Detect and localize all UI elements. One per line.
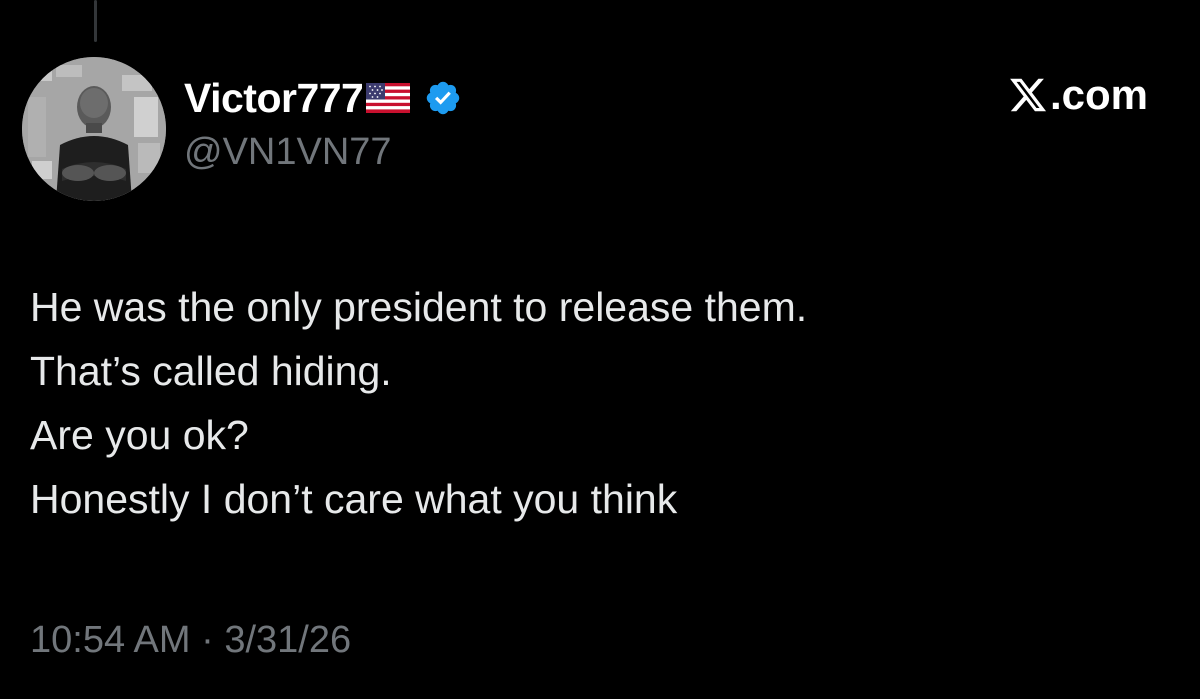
tweet-line: Are you ok? xyxy=(30,412,249,458)
brand-suffix: .com xyxy=(1049,71,1148,118)
avatar[interactable] xyxy=(22,57,166,201)
thread-connector-line xyxy=(94,0,97,42)
tweet-line: He was the only president to release the… xyxy=(30,284,808,330)
tweet-line: Honestly I don’t care what you think xyxy=(30,476,678,522)
tweet-line: That’s called hiding. xyxy=(30,348,392,394)
author-name-row[interactable]: Victor777 xyxy=(184,70,462,126)
tweet-timestamp[interactable]: 10:54 AM · 3/31/26 xyxy=(30,618,351,664)
author-handle[interactable]: @VN1VN77 xyxy=(184,131,392,174)
us-flag-icon xyxy=(366,83,411,113)
site-brand: .com xyxy=(1007,74,1148,116)
author-display-name[interactable]: Victor777 xyxy=(184,77,364,119)
verified-badge-icon[interactable] xyxy=(424,79,462,117)
x-logo-icon xyxy=(1007,75,1049,115)
tweet-text: He was the only president to release the… xyxy=(30,275,1170,531)
avatar-photo xyxy=(22,57,166,201)
